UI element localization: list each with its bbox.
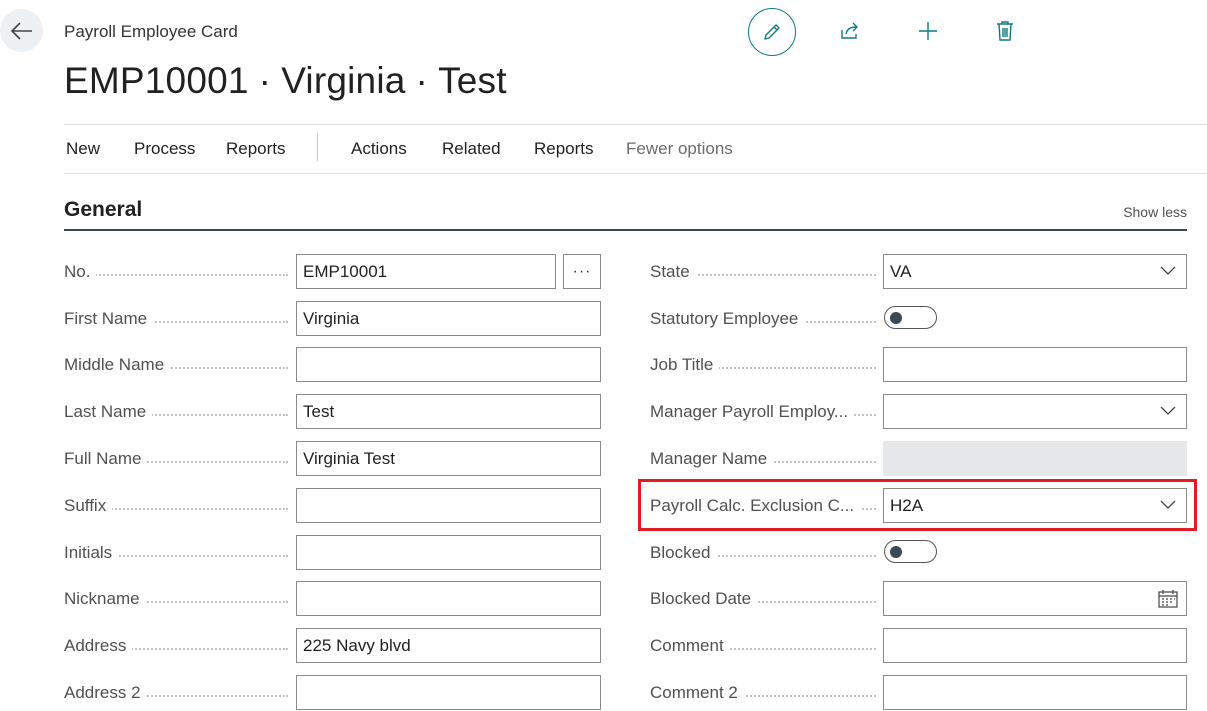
field-label: Blocked Date — [650, 589, 758, 609]
comment-2-input[interactable] — [883, 675, 1187, 710]
trash-icon — [997, 21, 1013, 41]
menu-reports[interactable]: Reports — [226, 139, 286, 159]
suffix-input[interactable] — [296, 488, 601, 523]
menu-process[interactable]: Process — [134, 139, 195, 159]
dot-leader — [64, 274, 288, 276]
field-blocked-date: Blocked Date — [650, 581, 1187, 617]
field-middle-name: Middle Name — [64, 347, 601, 383]
blocked-toggle[interactable] — [884, 540, 937, 563]
field-label: Address — [64, 636, 133, 656]
pencil-icon — [764, 24, 780, 40]
show-less-link[interactable]: Show less — [1123, 204, 1187, 220]
menu-actions[interactable]: Actions — [351, 139, 407, 159]
chevron-down-icon — [1160, 406, 1176, 415]
field-label: Comment 2 — [650, 683, 744, 703]
field-label: Address 2 — [64, 683, 147, 703]
field-suffix: Suffix — [64, 488, 601, 524]
field-label: No. — [64, 262, 97, 282]
field-no: No. EMP10001 ··· — [64, 254, 601, 290]
field-state: State VA — [650, 254, 1187, 290]
middle-name-input[interactable] — [296, 347, 601, 382]
field-address-2: Address 2 — [64, 675, 601, 711]
field-payroll-calc-exclusion: Payroll Calc. Exclusion C... H2A — [650, 488, 1187, 524]
field-job-title: Job Title — [650, 347, 1187, 383]
menu-reports-2[interactable]: Reports — [534, 139, 594, 159]
menu-related[interactable]: Related — [442, 139, 501, 159]
edit-button[interactable] — [748, 8, 796, 56]
title-separator: · — [258, 60, 272, 101]
menu-fewer-options[interactable]: Fewer options — [626, 139, 733, 159]
no-input[interactable]: EMP10001 — [296, 254, 556, 289]
field-label: Full Name — [64, 449, 148, 469]
menu-divider — [317, 133, 318, 161]
field-label: Manager Payroll Employ... — [650, 402, 855, 422]
title-first-name: Virginia — [281, 60, 406, 101]
initials-input[interactable] — [296, 535, 601, 570]
state-select[interactable]: VA — [883, 254, 1187, 289]
field-label: State — [650, 262, 696, 282]
field-full-name: Full Name Virginia Test — [64, 441, 601, 477]
title-number: EMP10001 — [64, 60, 249, 101]
share-button[interactable] — [836, 17, 864, 45]
job-title-input[interactable] — [883, 347, 1187, 382]
field-label: First Name — [64, 309, 154, 329]
field-label: Job Title — [650, 355, 720, 375]
field-label: Suffix — [64, 496, 113, 516]
field-manager-name: Manager Name — [650, 441, 1187, 477]
statutory-employee-toggle[interactable] — [884, 306, 937, 329]
section-divider — [64, 229, 1187, 231]
page-title: EMP10001 · Virginia · Test — [64, 60, 507, 102]
page-caption: Payroll Employee Card — [64, 22, 238, 41]
field-label: Payroll Calc. Exclusion C... — [650, 496, 861, 516]
new-button[interactable] — [914, 17, 942, 45]
field-label: Manager Name — [650, 449, 774, 469]
field-label: Statutory Employee — [650, 309, 805, 329]
field-address: Address 225 Navy blvd — [64, 628, 601, 664]
field-label: Nickname — [64, 589, 146, 609]
address-2-input[interactable] — [296, 675, 601, 710]
field-label: Initials — [64, 543, 119, 563]
blocked-date-input[interactable] — [883, 581, 1187, 616]
chevron-down-icon — [1160, 266, 1176, 275]
field-blocked: Blocked — [650, 535, 1187, 571]
title-separator: · — [415, 60, 429, 101]
plus-icon — [919, 22, 937, 40]
address-input[interactable]: 225 Navy blvd — [296, 628, 601, 663]
field-last-name: Last Name Test — [64, 394, 601, 430]
payroll-calc-exclusion-value: H2A — [890, 496, 924, 515]
menu-new[interactable]: New — [66, 139, 100, 159]
toggle-knob — [890, 312, 902, 324]
nickname-input[interactable] — [296, 581, 601, 616]
field-label: Last Name — [64, 402, 153, 422]
section-title-general[interactable]: General — [64, 198, 142, 222]
last-name-input[interactable]: Test — [296, 394, 601, 429]
field-statutory-employee: Statutory Employee — [650, 301, 1187, 337]
action-bar: New Process Reports Actions Related Repo… — [64, 124, 1207, 174]
field-label: Middle Name — [64, 355, 171, 375]
arrow-left-icon — [10, 21, 32, 40]
payroll-calc-exclusion-select[interactable]: H2A — [883, 488, 1187, 523]
comment-input[interactable] — [883, 628, 1187, 663]
first-name-input[interactable]: Virginia — [296, 301, 601, 336]
calendar-icon[interactable] — [1158, 590, 1178, 608]
field-initials: Initials — [64, 535, 601, 571]
toggle-knob — [890, 546, 902, 558]
delete-button[interactable] — [991, 17, 1019, 45]
field-comment: Comment — [650, 628, 1187, 664]
field-manager-payroll-employee: Manager Payroll Employ... — [650, 394, 1187, 430]
field-nickname: Nickname — [64, 581, 601, 617]
back-button[interactable] — [0, 9, 43, 52]
full-name-input[interactable]: Virginia Test — [296, 441, 601, 476]
chevron-down-icon — [1160, 500, 1176, 509]
field-label: Blocked — [650, 543, 717, 563]
manager-name-input — [883, 441, 1187, 476]
title-last-name: Test — [438, 60, 507, 101]
field-label: Comment — [650, 636, 730, 656]
manager-payroll-employee-select[interactable] — [883, 394, 1187, 429]
field-first-name: First Name Virginia — [64, 301, 601, 337]
lookup-button[interactable]: ··· — [563, 254, 601, 289]
share-icon — [841, 22, 858, 39]
state-value: VA — [890, 262, 912, 281]
field-comment-2: Comment 2 — [650, 675, 1187, 711]
